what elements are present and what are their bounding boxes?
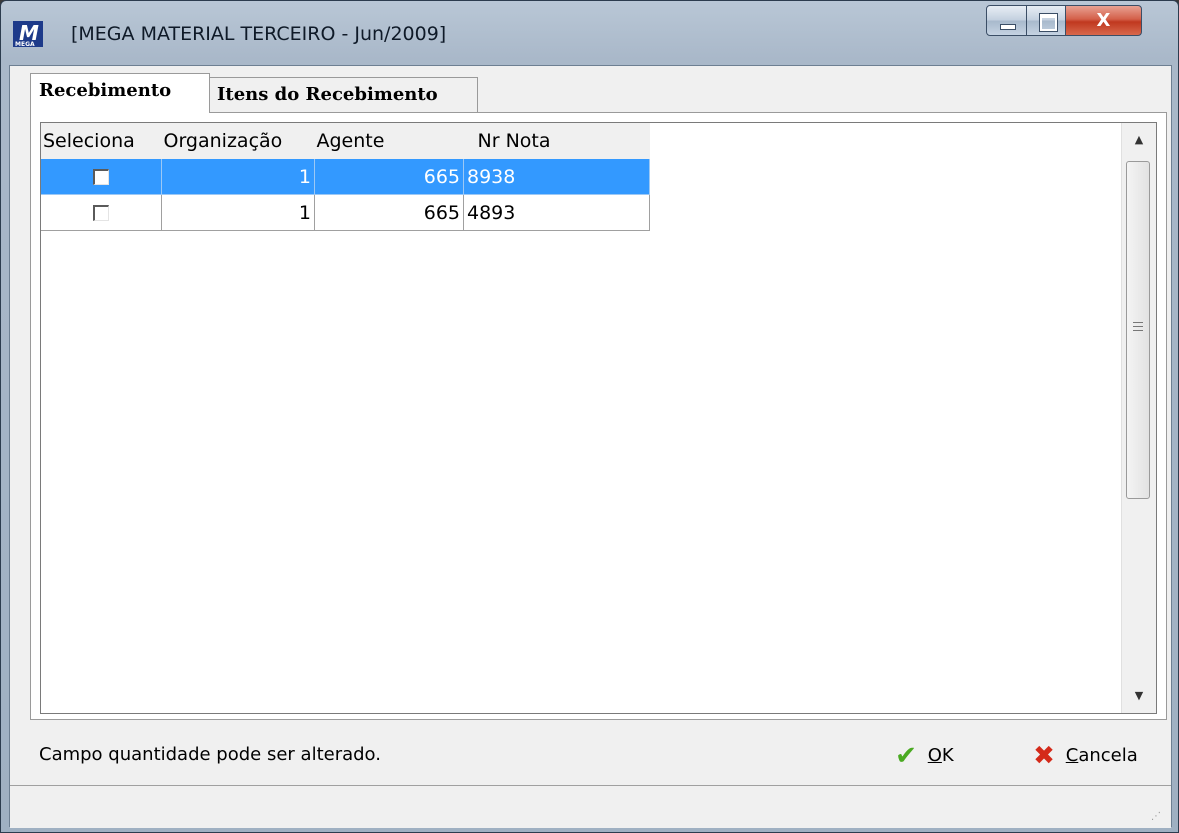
row-checkbox[interactable]	[93, 205, 109, 221]
table-row[interactable]: 1 665 8938	[41, 159, 650, 195]
grid-header-row: Seleciona Organização Agente Nr Nota	[41, 123, 650, 159]
maximize-icon	[1039, 13, 1058, 32]
tab-panel: Seleciona Organização Agente Nr Nota 1 6…	[30, 112, 1167, 720]
cell-organizacao[interactable]: 1	[161, 159, 315, 195]
ok-button[interactable]: ✔ OK	[890, 738, 970, 774]
close-button[interactable]: X	[1065, 5, 1142, 36]
title-bar[interactable]: M MEGA [MEGA MATERIAL TERCEIRO - Jun/200…	[1, 1, 1178, 65]
checkmark-icon: ✔	[895, 741, 917, 771]
column-header-seleciona[interactable]: Seleciona	[41, 123, 162, 159]
vertical-scrollbar[interactable]: ▲ ▼	[1121, 123, 1156, 713]
cancel-label-rest: ancela	[1078, 745, 1138, 766]
close-icon: X	[1096, 10, 1111, 31]
tab-strip: Recebimento Itens do Recebimento	[10, 66, 1171, 113]
cell-agente[interactable]: 665	[314, 159, 464, 195]
cell-nr-nota[interactable]: 4893	[463, 194, 650, 231]
scroll-up-arrow-icon[interactable]: ▲	[1122, 123, 1156, 157]
action-row: Campo quantidade pode ser alterado. ✔ OK…	[10, 730, 1171, 782]
cell-agente[interactable]: 665	[314, 194, 464, 231]
window-title: [MEGA MATERIAL TERCEIRO - Jun/2009]	[71, 23, 447, 45]
minimize-icon	[1000, 24, 1016, 30]
data-grid[interactable]: Seleciona Organização Agente Nr Nota 1 6…	[40, 122, 1157, 714]
main-window: M MEGA [MEGA MATERIAL TERCEIRO - Jun/200…	[0, 0, 1179, 833]
app-logo-icon[interactable]: M MEGA	[13, 21, 43, 48]
app-logo-subtext: MEGA	[15, 41, 35, 48]
cancel-x-icon: ✖	[1033, 741, 1055, 771]
client-area: Recebimento Itens do Recebimento Selecio…	[9, 65, 1172, 828]
column-header-agente[interactable]: Agente	[314, 123, 464, 159]
tab-recebimento[interactable]: Recebimento	[30, 73, 210, 113]
grip-icon	[1133, 322, 1143, 334]
status-bar: ⋰	[10, 785, 1171, 828]
cell-nr-nota[interactable]: 8938	[463, 159, 650, 195]
cell-seleciona[interactable]	[41, 194, 162, 231]
ok-label-mnemonic: O	[927, 745, 942, 766]
resize-grip-icon[interactable]: ⋰	[1151, 810, 1165, 824]
cell-seleciona[interactable]	[41, 159, 162, 195]
minimize-button[interactable]	[986, 5, 1027, 36]
scroll-thumb[interactable]	[1126, 161, 1150, 499]
table-row[interactable]: 1 665 4893	[41, 194, 650, 231]
cancel-label-mnemonic: C	[1065, 745, 1079, 766]
cancel-button[interactable]: ✖ Cancela	[1028, 738, 1156, 774]
status-message: Campo quantidade pode ser alterado.	[39, 744, 381, 765]
column-header-nr-nota[interactable]: Nr Nota	[463, 123, 650, 159]
maximize-button[interactable]	[1026, 5, 1066, 36]
scroll-down-arrow-icon[interactable]: ▼	[1122, 679, 1156, 713]
grid-table: Seleciona Organização Agente Nr Nota 1 6…	[41, 123, 650, 231]
cell-organizacao[interactable]: 1	[161, 194, 315, 231]
ok-label-rest: K	[941, 745, 954, 766]
row-checkbox[interactable]	[93, 169, 109, 185]
column-header-organizacao[interactable]: Organização	[161, 123, 315, 159]
tab-itens-do-recebimento[interactable]: Itens do Recebimento	[209, 77, 478, 112]
